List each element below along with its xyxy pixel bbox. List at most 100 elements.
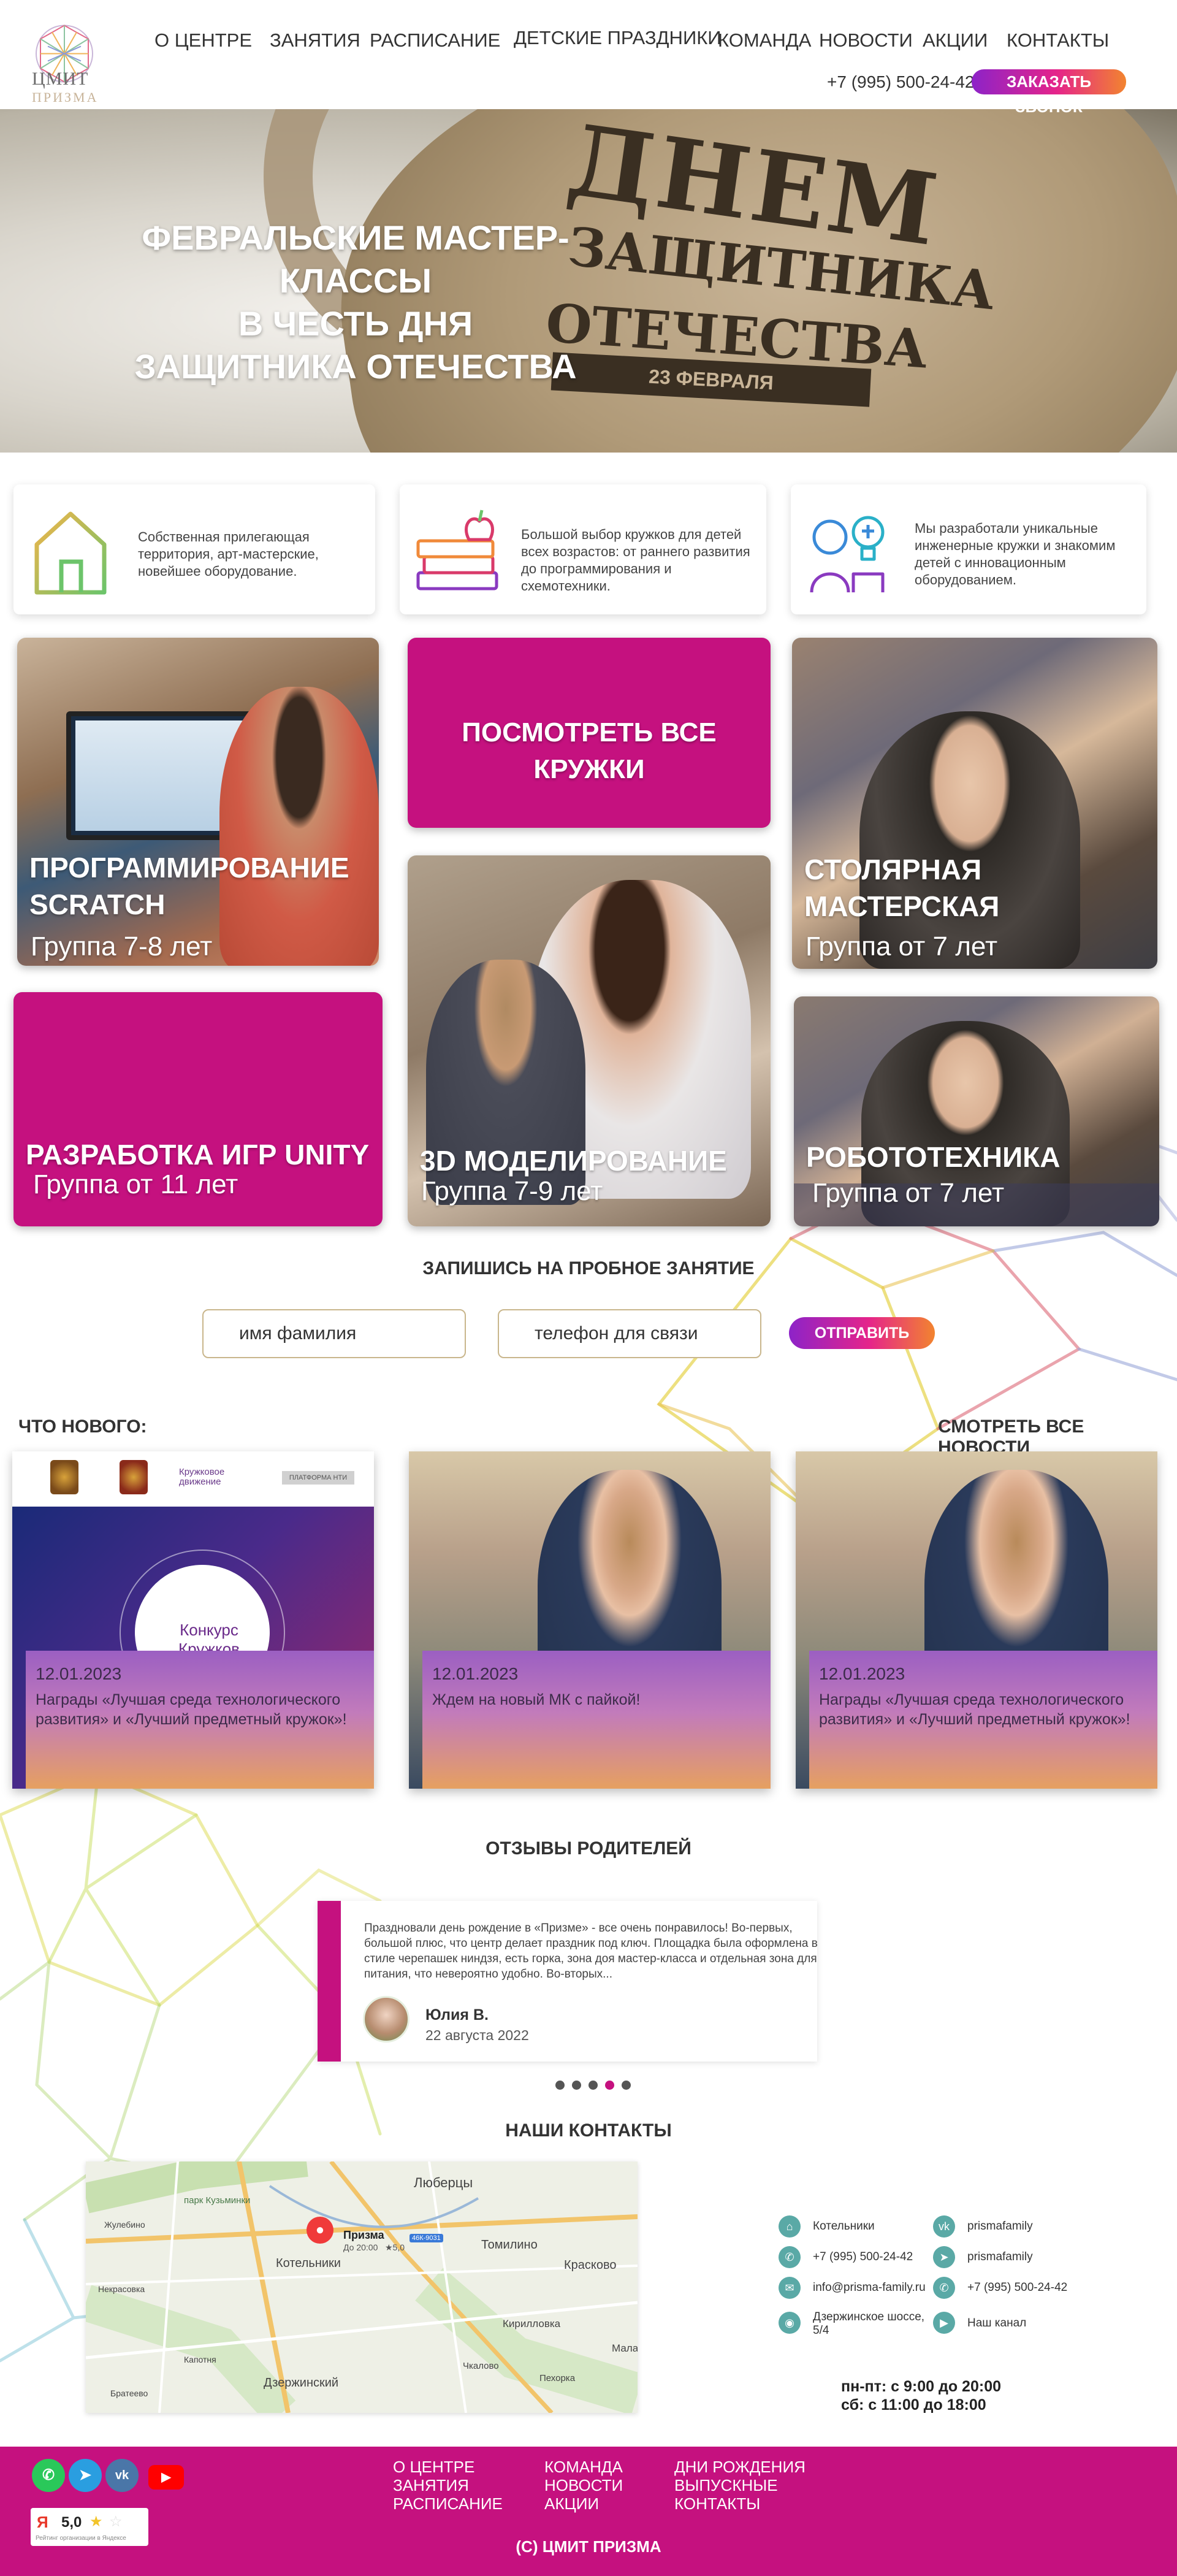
contact-vk[interactable]: prismafamily [967, 2220, 1033, 2233]
card-scratch-title: ПРОГРАММИРОВАНИЕ SCRATCH [29, 852, 349, 920]
footer-link-news[interactable]: НОВОСТИ [544, 2476, 623, 2494]
map-road-badge: 46К-9031 [409, 2234, 443, 2242]
news-card-1[interactable]: Кружковое движение ПЛАТФОРМА НТИ Конкурс… [12, 1451, 374, 1789]
news-text: Ждем на новый МК с пайкой! [432, 1691, 641, 1708]
card-robotics-title: РОБОТОТЕХНИКА [806, 1141, 1061, 1173]
footer-link-graduations[interactable]: ВЫПУСКНЫЕ [674, 2476, 778, 2494]
contact-youtube[interactable]: Наш канал [967, 2317, 1026, 2330]
footer-link-classes[interactable]: ЗАНЯТИЯ [393, 2476, 469, 2494]
whatsapp-icon[interactable]: ✆ [933, 2277, 955, 2299]
youtube-icon[interactable]: ▶ [933, 2312, 955, 2334]
card-3d-modeling[interactable]: 3D МОДЕЛИРОВАНИЕ Группа 7-9 лет [408, 855, 771, 1226]
submit-button[interactable]: ОТПРАВИТЬ [789, 1317, 935, 1349]
vk-icon[interactable]: vk [105, 2459, 139, 2492]
contact-whatsapp[interactable]: +7 (995) 500-24-42 [967, 2281, 1067, 2295]
location-map[interactable]: ● Призма До 20:00 ★5,0 46К-9031 Люберцы … [86, 2161, 638, 2413]
nav-promos[interactable]: АКЦИИ [923, 29, 988, 52]
reviewer-name: Юлия В. [425, 2006, 489, 2024]
house-icon [34, 511, 107, 595]
footer-link-birthdays[interactable]: ДНИ РОЖДЕНИЯ [674, 2458, 806, 2476]
footer-link-promos[interactable]: АКЦИИ [544, 2494, 599, 2513]
whatsapp-icon[interactable]: ✆ [32, 2459, 65, 2492]
review-carousel-dots [555, 2081, 631, 2090]
news-date: 12.01.2023 [36, 1664, 122, 1683]
hero-title: ФЕВРАЛЬСКИЕ МАСТЕР-КЛАССЫ В ЧЕСТЬ ДНЯ ЗА… [134, 218, 577, 386]
card-carpentry[interactable]: СТОЛЯРНАЯ МАСТЕРСКАЯ Группа от 7 лет [792, 638, 1157, 969]
books-icon [416, 510, 498, 590]
map-pin-icon[interactable]: ● [307, 2217, 333, 2244]
engineer-icon [810, 516, 885, 593]
header-phone[interactable]: +7 (995) 500-24-42 [827, 72, 975, 92]
carousel-dot[interactable] [588, 2081, 598, 2090]
contact-email[interactable]: info@prisma-family.ru [813, 2281, 926, 2295]
map-place-name: Призма [343, 2229, 384, 2241]
nav-news[interactable]: НОВОСТИ [819, 29, 913, 52]
nav-contacts[interactable]: КОНТАКТЫ [1007, 29, 1109, 52]
nav-parties[interactable]: ДЕТСКИЕ ПРАЗДНИКИ [514, 27, 722, 49]
star-outline-icon: ☆ [109, 2513, 123, 2530]
card-all-clubs-title: ПОСМОТРЕТЬ ВСЕ КРУЖКИ [462, 717, 717, 784]
contact-telegram[interactable]: prismafamily [967, 2250, 1033, 2264]
feature-text-territory: Собственная прилегающая территория, арт-… [138, 529, 319, 579]
map-label: Жулебино [104, 2220, 145, 2230]
card-scratch[interactable]: ПРОГРАММИРОВАНИЕ SCRATCH Группа 7-8 лет [17, 638, 379, 966]
mail-icon: ✉ [779, 2277, 801, 2299]
map-label: Чкалово [463, 2361, 499, 2371]
reviews-heading: ОТЗЫВЫ РОДИТЕЛЕЙ [486, 1838, 691, 1859]
card-robotics[interactable]: РОБОТОТЕХНИКА Группа от 7 лет [794, 996, 1159, 1226]
feature-card-engineering: Мы разработали уникальные инженерные кру… [791, 484, 1146, 614]
news-date: 12.01.2023 [432, 1664, 519, 1683]
footer-link-schedule[interactable]: РАСПИСАНИЕ [393, 2494, 503, 2513]
card-unity[interactable]: РАЗРАБОТКА ИГР UNITY Группа от 11 лет [13, 992, 383, 1226]
map-label: Малах [612, 2342, 638, 2354]
reviewer-avatar [363, 1996, 409, 2043]
card-carpentry-title: СТОЛЯРНАЯ МАСТЕРСКАЯ [804, 854, 1000, 922]
footer-link-about[interactable]: О ЦЕНТРЕ [393, 2458, 474, 2476]
youtube-icon[interactable]: ▶ [148, 2465, 184, 2490]
carousel-dot[interactable] [622, 2081, 631, 2090]
telegram-icon[interactable]: ➤ [933, 2246, 955, 2268]
nav-schedule[interactable]: РАСПИСАНИЕ [370, 29, 500, 52]
contact-phone[interactable]: +7 (995) 500-24-42 [813, 2250, 913, 2264]
emblem-icon [120, 1460, 148, 1494]
map-label: парк Кузьминки [184, 2195, 251, 2206]
footer-link-contacts[interactable]: КОНТАКТЫ [674, 2494, 760, 2513]
card-all-clubs[interactable]: ПОСМОТРЕТЬ ВСЕ КРУЖКИ [408, 638, 771, 828]
feature-text-engineering: Мы разработали уникальные инженерные кру… [915, 521, 1116, 587]
map-place-hours: До 20:00 [343, 2242, 378, 2252]
map-label: Капотня [184, 2355, 216, 2364]
carousel-dot[interactable] [572, 2081, 581, 2090]
news-heading: ЧТО НОВОГО: [18, 1416, 147, 1437]
working-hours: пн-пт: с 9:00 до 20:00 сб: с 11:00 до 18… [841, 2377, 1001, 2414]
carousel-dot[interactable] [555, 2081, 565, 2090]
platform-nti-logo: ПЛАТФОРМА НТИ [282, 1471, 354, 1485]
nav-team[interactable]: КОМАНДА [718, 29, 811, 52]
nav-classes[interactable]: ЗАНЯТИЯ [270, 29, 360, 52]
pin-icon: ⌂ [779, 2215, 801, 2238]
vk-icon[interactable]: vk [933, 2215, 955, 2238]
hero-banner: ДНЕМ ЗАЩИТНИКА ОТЕЧЕСТВА 23 ФЕВРАЛЯ ФЕВР… [0, 109, 1177, 453]
nav-about[interactable]: О ЦЕНТРЕ [154, 29, 252, 52]
news-text: Награды «Лучшая среда технологического р… [36, 1691, 347, 1728]
feature-card-territory: Собственная прилегающая территория, арт-… [13, 484, 375, 614]
map-label: Братеево [110, 2388, 148, 2398]
phone-input[interactable]: телефон для связи [498, 1309, 761, 1358]
news-card-2-info: 12.01.2023 Ждем на новый МК с пайкой! [422, 1651, 771, 1789]
map-label: Пехорка [539, 2373, 576, 2383]
logo-title: ЦМИТ [32, 69, 89, 89]
card-unity-age: Группа от 11 лет [33, 1169, 238, 1199]
footer-link-team[interactable]: КОМАНДА [544, 2458, 623, 2476]
telegram-icon[interactable]: ➤ [69, 2459, 102, 2492]
news-card-2[interactable]: 12.01.2023 Ждем на новый МК с пайкой! [409, 1451, 771, 1789]
kruzhk-movement-logo: Кружковое движение [179, 1467, 225, 1487]
news-card-3[interactable]: 12.01.2023 Награды «Лучшая среда техноло… [796, 1451, 1157, 1789]
card-robotics-age: Группа от 7 лет [812, 1178, 1005, 1208]
yandex-rating-value: 5,0 [61, 2514, 82, 2531]
emblem-icon [50, 1460, 78, 1494]
order-call-button[interactable]: ЗАКАЗАТЬ ЗВОНОК [972, 69, 1126, 116]
name-input[interactable]: имя фамилия [202, 1309, 466, 1358]
feature-text-choice: Большой выбор кружков для детей всех воз… [521, 527, 750, 594]
carousel-dot[interactable] [605, 2081, 614, 2090]
map-label: Котельники [276, 2257, 341, 2270]
review-date: 22 августа 2022 [425, 2027, 529, 2043]
